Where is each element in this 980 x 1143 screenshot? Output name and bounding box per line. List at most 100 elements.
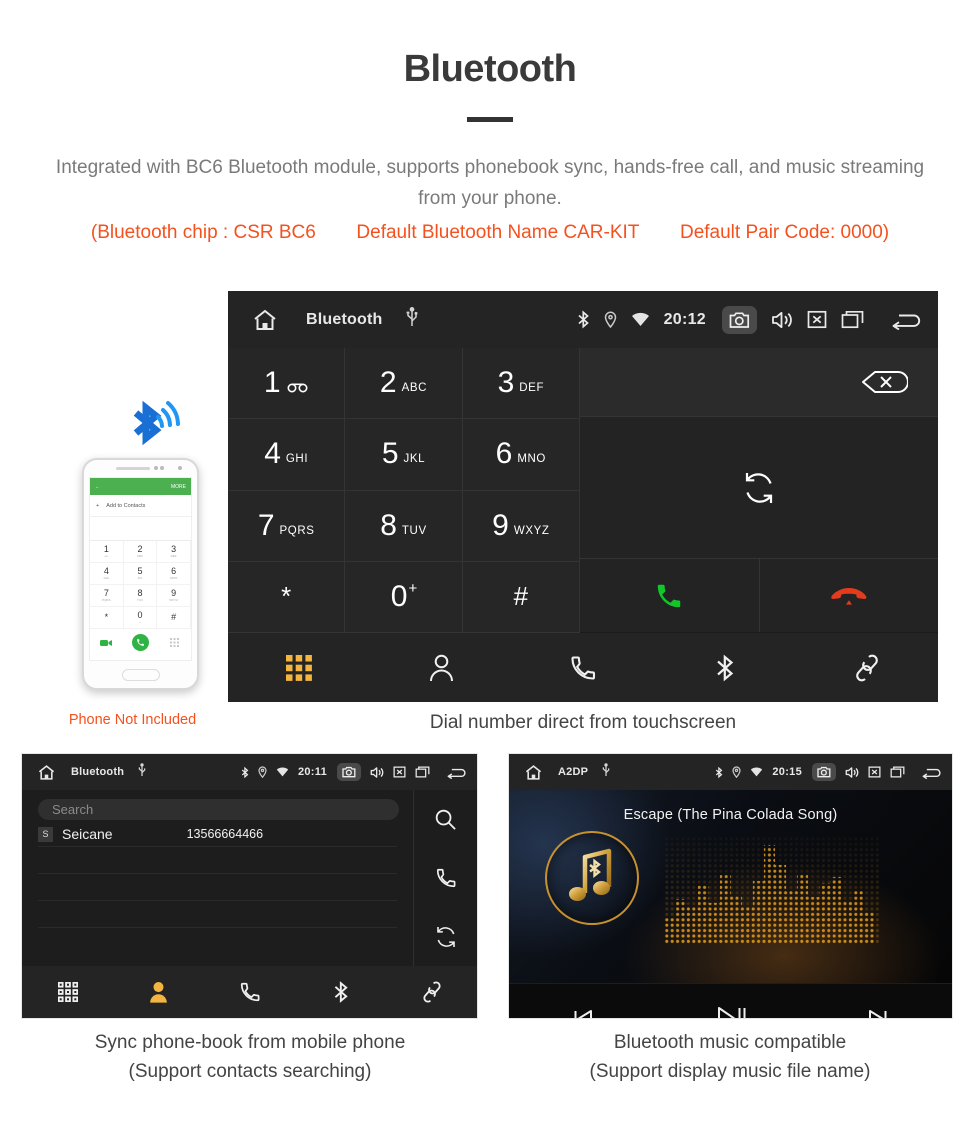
dialpad-screen: Bluetooth 20:12 1 2 ABC 3 DEF 4 GHI 5 JK… — [228, 291, 938, 702]
phone-key[interactable]: 9 WXYZ — [157, 585, 191, 607]
music-caption-line1: Bluetooth music compatible — [613, 1032, 847, 1053]
tab-call-log[interactable] — [204, 981, 295, 1003]
tab-bluetooth[interactable] — [654, 653, 796, 683]
back-arrow-icon[interactable] — [446, 766, 468, 779]
add-to-contacts-row[interactable]: + Add to Contacts — [90, 495, 191, 517]
recent-apps-icon[interactable] — [841, 310, 864, 329]
spec-chip: (Bluetooth chip : CSR BC6 — [90, 222, 316, 243]
contact-number: 13566664466 — [186, 827, 264, 841]
dial-key-0[interactable]: 0 + — [345, 561, 463, 633]
phone-key[interactable]: 5 JKL — [123, 563, 158, 585]
tab-link[interactable] — [386, 980, 477, 1004]
intro-text: Integrated with BC6 Bluetooth module, su… — [55, 157, 925, 209]
phone-home-button[interactable] — [84, 661, 197, 688]
sync-icon[interactable] — [580, 417, 938, 559]
backspace-icon[interactable] — [580, 348, 938, 417]
phone-key[interactable]: 0 + — [123, 607, 158, 629]
volume-icon[interactable] — [771, 310, 793, 330]
dial-key-7[interactable]: 7 PQRS — [228, 490, 346, 562]
recent-apps-icon[interactable] — [890, 766, 905, 778]
phone-key[interactable]: 1 oo — [90, 541, 124, 563]
phone-key[interactable]: 8 TUV — [123, 585, 158, 607]
spec-line: (Bluetooth chip : CSR BC6 Default Blueto… — [0, 222, 980, 244]
search-input[interactable]: Search — [38, 799, 399, 820]
video-call-icon[interactable] — [90, 639, 124, 647]
spec-paircode: Default Pair Code: 0000) — [679, 222, 890, 243]
dial-key-star[interactable]: * — [228, 561, 346, 633]
home-icon[interactable] — [518, 764, 548, 781]
volume-icon[interactable] — [845, 766, 859, 779]
status-bar: A2DP 20:15 — [509, 754, 952, 790]
phone-key[interactable]: 3 DEF — [157, 541, 191, 563]
bluetooth-icon — [577, 310, 590, 329]
call-icon[interactable] — [435, 849, 457, 908]
phone-key[interactable]: # — [157, 607, 191, 629]
more-label: MORE — [171, 483, 186, 490]
dial-key-5[interactable]: 5 JKL — [345, 419, 463, 491]
usb-icon — [406, 307, 418, 332]
tab-dialpad[interactable] — [228, 654, 370, 681]
contact-row[interactable]: S Seicane 13566664466 — [38, 820, 397, 847]
camera-icon[interactable] — [812, 763, 836, 781]
voicemail-icon — [286, 380, 309, 398]
next-track-icon[interactable] — [804, 1007, 952, 1018]
phone-key[interactable]: 2 ABC — [123, 541, 158, 563]
mute-box-icon[interactable] — [868, 766, 881, 778]
camera-icon[interactable] — [722, 305, 757, 334]
tab-call-log[interactable] — [512, 654, 654, 682]
bottom-tab-bar — [22, 966, 477, 1018]
dialpad-area: 1 2 ABC 3 DEF 4 GHI 5 JKL 6 MNO 7 PQRS 8 TUV 9W… — [228, 348, 938, 633]
home-icon[interactable] — [242, 308, 288, 332]
music-caption-line2: (Support display music file name) — [589, 1061, 871, 1082]
music-caption: Bluetooth music compatible (Support disp… — [495, 1028, 965, 1086]
phonebook-caption-line2: (Support contacts searching) — [128, 1061, 372, 1082]
wifi-icon — [750, 767, 763, 777]
dial-key-1[interactable]: 1 — [228, 348, 346, 420]
volume-icon[interactable] — [370, 766, 384, 779]
end-call-button[interactable] — [759, 559, 938, 632]
back-arrow-icon[interactable] — [890, 310, 924, 330]
dial-key-8[interactable]: 8 TUV — [345, 490, 463, 562]
phone-call-button[interactable] — [124, 634, 158, 651]
phone-device: ← MORE + Add to Contacts 1 oo 2 ABC 3 DEF 4… — [82, 458, 199, 690]
play-pause-icon[interactable] — [657, 1005, 805, 1018]
tab-bluetooth[interactable] — [295, 980, 386, 1004]
mute-box-icon[interactable] — [393, 766, 406, 778]
phone-key[interactable]: 7 PQRS — [90, 585, 124, 607]
phone-number-field[interactable] — [90, 517, 191, 541]
tab-link[interactable] — [796, 653, 938, 683]
search-icon[interactable] — [434, 790, 457, 849]
dial-key-4[interactable]: 4 GHI — [228, 419, 346, 491]
keypad-icon[interactable] — [157, 638, 191, 647]
phone-earpiece — [84, 460, 197, 477]
contact-initial-badge: S — [38, 826, 53, 842]
back-arrow-icon[interactable] — [921, 766, 943, 779]
contact-name: Seicane — [62, 826, 113, 842]
title-divider — [467, 117, 513, 122]
status-bar: Bluetooth 20:11 — [22, 754, 477, 790]
tab-contacts[interactable] — [370, 654, 512, 682]
phone-key[interactable]: * — [90, 607, 124, 629]
dial-key-6[interactable]: 6 MNO — [462, 419, 580, 491]
previous-track-icon[interactable] — [509, 1007, 657, 1018]
mute-box-icon[interactable] — [807, 310, 827, 329]
phone-app-header: ← MORE — [90, 478, 191, 495]
phone-key[interactable]: 6 MNO — [157, 563, 191, 585]
contact-row-empty — [38, 874, 397, 901]
dial-key-2[interactable]: 2 ABC — [345, 348, 463, 420]
tab-contacts[interactable] — [113, 981, 204, 1003]
home-icon[interactable] — [31, 764, 61, 781]
dialpad-keys: 1 2 ABC 3 DEF 4 GHI 5 JKL 6 MNO 7 PQRS 8 TUV 9W… — [228, 348, 580, 633]
phone-action-row — [90, 629, 191, 656]
back-arrow-icon: ← — [95, 483, 100, 490]
phone-key[interactable]: 4 GHI — [90, 563, 124, 585]
dial-key-hash[interactable]: # — [462, 561, 580, 633]
tab-dialpad[interactable] — [22, 982, 113, 1002]
recent-apps-icon[interactable] — [415, 766, 430, 778]
dial-key-3[interactable]: 3 DEF — [462, 348, 580, 420]
camera-icon[interactable] — [337, 763, 361, 781]
phonebook-caption-line1: Sync phone-book from mobile phone — [94, 1032, 406, 1053]
dial-key-9[interactable]: 9 WXYZ — [462, 490, 580, 562]
sync-icon[interactable] — [434, 907, 458, 966]
call-button[interactable] — [580, 559, 760, 632]
